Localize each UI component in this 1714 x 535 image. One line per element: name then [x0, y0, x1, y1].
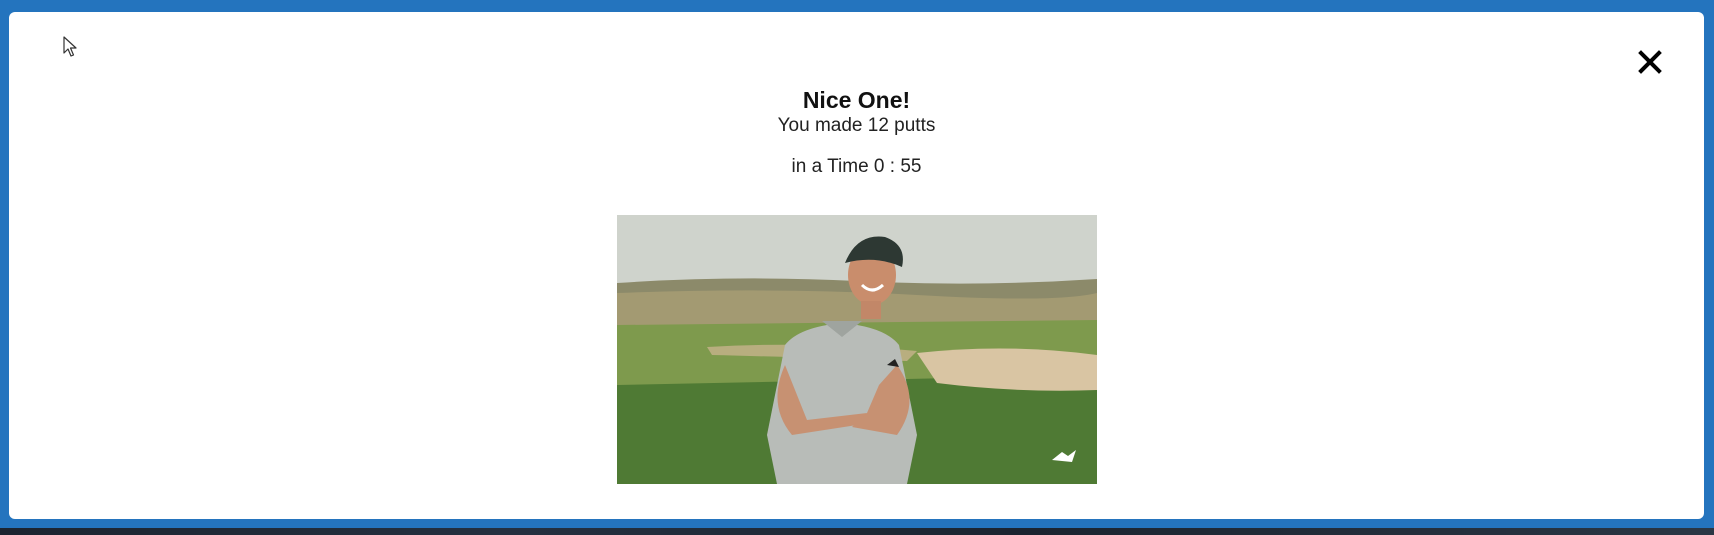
time-text: in a Time 0 : 55	[791, 156, 922, 177]
background-page-strip	[0, 528, 1714, 535]
mouse-pointer-icon	[63, 36, 77, 57]
modal-title: Nice One!	[802, 87, 911, 113]
close-button[interactable]	[1635, 47, 1665, 77]
putts-count-text: You made 12 putts	[777, 115, 936, 136]
result-modal: Nice One! You made 12 putts in a Time 0 …	[9, 12, 1704, 519]
celebration-golfer-image	[617, 215, 1097, 484]
close-icon	[1638, 50, 1662, 74]
